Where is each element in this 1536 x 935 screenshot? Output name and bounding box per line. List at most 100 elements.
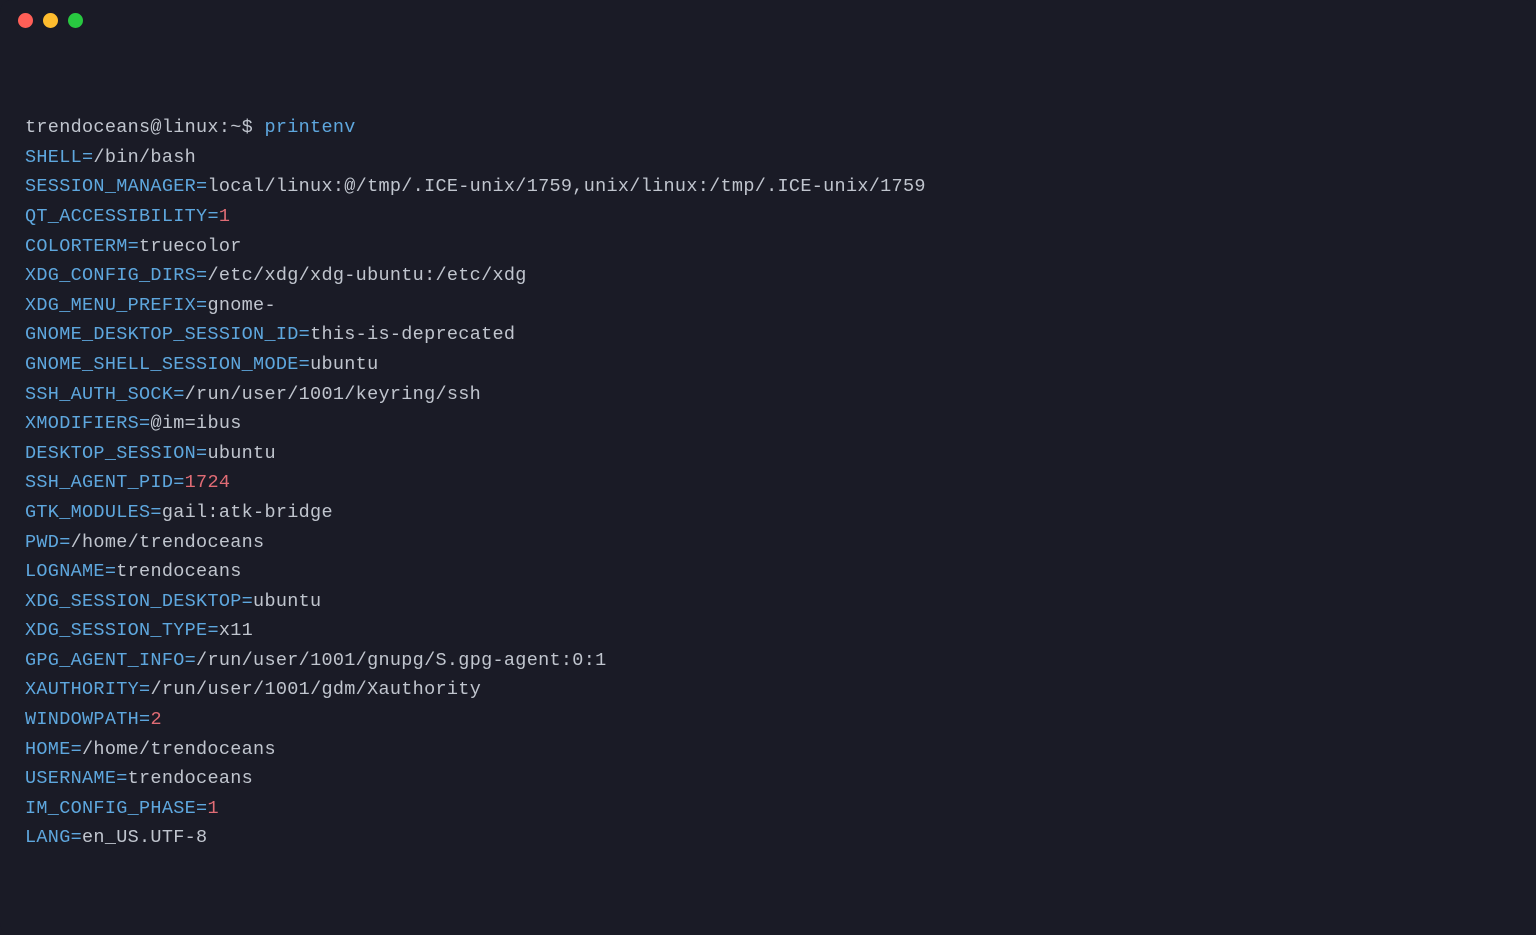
env-var-name: SSH_AGENT_PID xyxy=(25,472,173,493)
env-var-value: @im=ibus xyxy=(150,413,241,434)
env-line: GTK_MODULES=gail:atk-bridge xyxy=(25,498,1511,528)
env-var-name: GNOME_SHELL_SESSION_MODE xyxy=(25,354,299,375)
env-var-name: GTK_MODULES xyxy=(25,502,150,523)
env-line: SESSION_MANAGER=local/linux:@/tmp/.ICE-u… xyxy=(25,172,1511,202)
env-var-value: 1 xyxy=(207,798,218,819)
env-var-name: QT_ACCESSIBILITY xyxy=(25,206,207,227)
terminal-content[interactable]: trendoceans@linux:~$ printenvSHELL=/bin/… xyxy=(0,40,1536,935)
env-var-name: WINDOWPATH xyxy=(25,709,139,730)
env-var-value: 1724 xyxy=(185,472,231,493)
env-line: GNOME_SHELL_SESSION_MODE=ubuntu xyxy=(25,350,1511,380)
env-var-name: XDG_MENU_PREFIX xyxy=(25,295,196,316)
env-var-name: PWD xyxy=(25,532,59,553)
env-line: LOGNAME=trendoceans xyxy=(25,557,1511,587)
env-line: XAUTHORITY=/run/user/1001/gdm/Xauthority xyxy=(25,675,1511,705)
env-line: XDG_MENU_PREFIX=gnome- xyxy=(25,291,1511,321)
env-var-value: truecolor xyxy=(139,236,242,257)
env-var-name: GNOME_DESKTOP_SESSION_ID xyxy=(25,324,299,345)
equals-sign: = xyxy=(173,384,184,405)
env-line: DESKTOP_SESSION=ubuntu xyxy=(25,439,1511,469)
equals-sign: = xyxy=(139,709,150,730)
env-var-value: 2 xyxy=(150,709,161,730)
env-var-value: ubuntu xyxy=(310,354,378,375)
env-var-name: SESSION_MANAGER xyxy=(25,176,196,197)
prompt-line: trendoceans@linux:~$ printenv xyxy=(25,113,1511,143)
env-var-name: DESKTOP_SESSION xyxy=(25,443,196,464)
equals-sign: = xyxy=(299,354,310,375)
env-line: IM_CONFIG_PHASE=1 xyxy=(25,794,1511,824)
prompt-host: trendoceans@linux:~$ xyxy=(25,117,264,138)
env-var-name: LOGNAME xyxy=(25,561,105,582)
equals-sign: = xyxy=(185,650,196,671)
equals-sign: = xyxy=(207,206,218,227)
equals-sign: = xyxy=(82,147,93,168)
env-var-name: XDG_CONFIG_DIRS xyxy=(25,265,196,286)
env-var-value: /bin/bash xyxy=(93,147,196,168)
env-var-value: /run/user/1001/gnupg/S.gpg-agent:0:1 xyxy=(196,650,606,671)
maximize-button[interactable] xyxy=(68,13,83,28)
env-line: USERNAME=trendoceans xyxy=(25,764,1511,794)
env-var-value: ubuntu xyxy=(207,443,275,464)
equals-sign: = xyxy=(128,236,139,257)
env-var-name: XDG_SESSION_TYPE xyxy=(25,620,207,641)
env-var-value: local/linux:@/tmp/.ICE-unix/1759,unix/li… xyxy=(207,176,925,197)
env-line: WINDOWPATH=2 xyxy=(25,705,1511,735)
env-line: QT_ACCESSIBILITY=1 xyxy=(25,202,1511,232)
env-line: XMODIFIERS=@im=ibus xyxy=(25,409,1511,439)
env-line: SHELL=/bin/bash xyxy=(25,143,1511,173)
env-var-value: ubuntu xyxy=(253,591,321,612)
env-output: SHELL=/bin/bashSESSION_MANAGER=local/lin… xyxy=(25,143,1511,853)
equals-sign: = xyxy=(196,798,207,819)
env-line: GPG_AGENT_INFO=/run/user/1001/gnupg/S.gp… xyxy=(25,646,1511,676)
env-var-name: XDG_SESSION_DESKTOP xyxy=(25,591,242,612)
env-var-value: /run/user/1001/gdm/Xauthority xyxy=(150,679,481,700)
env-var-value: /run/user/1001/keyring/ssh xyxy=(185,384,481,405)
env-var-name: HOME xyxy=(25,739,71,760)
equals-sign: = xyxy=(196,443,207,464)
env-var-value: /home/trendoceans xyxy=(82,739,276,760)
env-line: GNOME_DESKTOP_SESSION_ID=this-is-depreca… xyxy=(25,320,1511,350)
env-var-name: COLORTERM xyxy=(25,236,128,257)
env-var-value: gnome- xyxy=(207,295,275,316)
env-var-value: gail:atk-bridge xyxy=(162,502,333,523)
env-var-name: LANG xyxy=(25,827,71,848)
env-line: SSH_AGENT_PID=1724 xyxy=(25,468,1511,498)
close-button[interactable] xyxy=(18,13,33,28)
window-title-bar xyxy=(0,0,1536,40)
env-line: PWD=/home/trendoceans xyxy=(25,528,1511,558)
env-var-name: USERNAME xyxy=(25,768,116,789)
env-var-value: x11 xyxy=(219,620,253,641)
env-var-name: SHELL xyxy=(25,147,82,168)
equals-sign: = xyxy=(196,265,207,286)
equals-sign: = xyxy=(299,324,310,345)
equals-sign: = xyxy=(71,827,82,848)
env-var-value: this-is-deprecated xyxy=(310,324,515,345)
env-var-name: GPG_AGENT_INFO xyxy=(25,650,185,671)
env-line: SSH_AUTH_SOCK=/run/user/1001/keyring/ssh xyxy=(25,380,1511,410)
command-text: printenv xyxy=(264,117,355,138)
minimize-button[interactable] xyxy=(43,13,58,28)
env-var-value: 1 xyxy=(219,206,230,227)
equals-sign: = xyxy=(173,472,184,493)
env-var-name: IM_CONFIG_PHASE xyxy=(25,798,196,819)
equals-sign: = xyxy=(105,561,116,582)
env-var-value: trendoceans xyxy=(128,768,253,789)
env-line: LANG=en_US.UTF-8 xyxy=(25,823,1511,853)
env-line: HOME=/home/trendoceans xyxy=(25,735,1511,765)
equals-sign: = xyxy=(139,679,150,700)
env-line: XDG_SESSION_TYPE=x11 xyxy=(25,616,1511,646)
env-var-value: en_US.UTF-8 xyxy=(82,827,207,848)
equals-sign: = xyxy=(71,739,82,760)
env-var-value: trendoceans xyxy=(116,561,241,582)
equals-sign: = xyxy=(139,413,150,434)
env-var-value: /etc/xdg/xdg-ubuntu:/etc/xdg xyxy=(207,265,526,286)
env-var-name: SSH_AUTH_SOCK xyxy=(25,384,173,405)
env-var-name: XMODIFIERS xyxy=(25,413,139,434)
equals-sign: = xyxy=(207,620,218,641)
terminal-window[interactable]: trendoceans@linux:~$ printenvSHELL=/bin/… xyxy=(0,0,1536,935)
equals-sign: = xyxy=(242,591,253,612)
equals-sign: = xyxy=(196,176,207,197)
env-var-value: /home/trendoceans xyxy=(71,532,265,553)
env-line: XDG_CONFIG_DIRS=/etc/xdg/xdg-ubuntu:/etc… xyxy=(25,261,1511,291)
equals-sign: = xyxy=(196,295,207,316)
